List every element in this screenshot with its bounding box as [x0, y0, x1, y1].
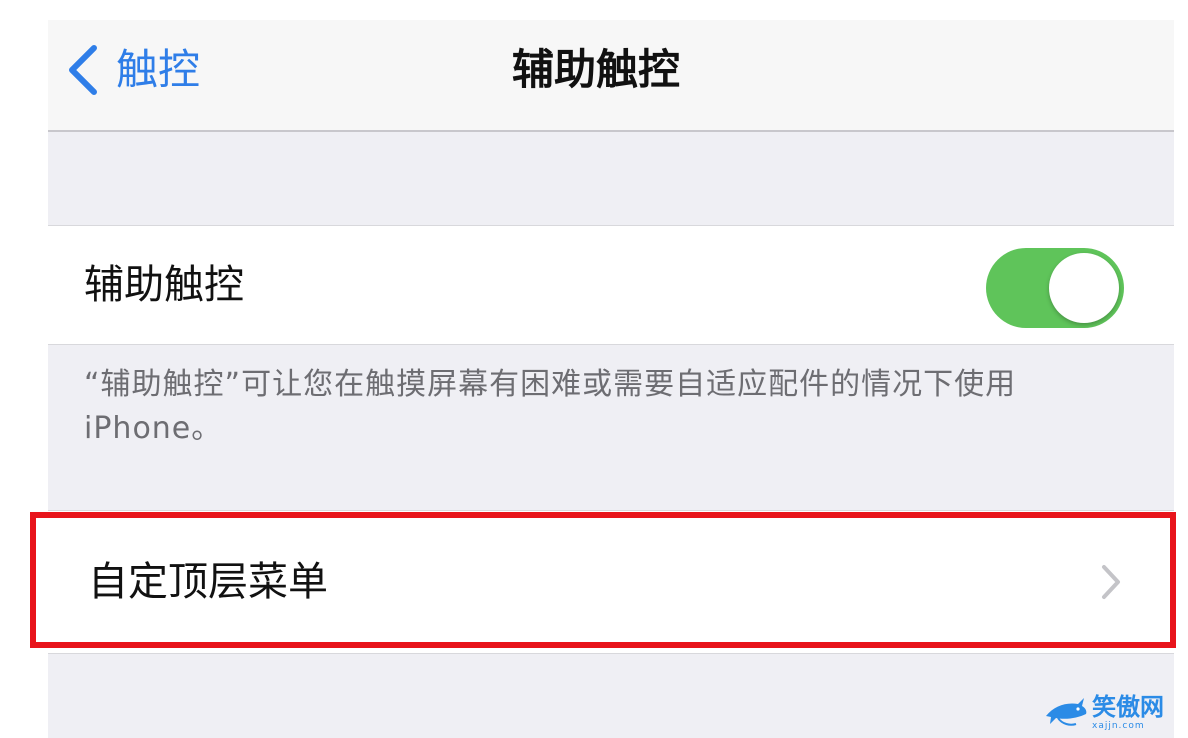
settings-screen: 触控 辅助触控 辅助触控 “辅助触控”可让您在触摸屏幕有困难或需要自适应配件的情…	[48, 20, 1174, 738]
assistive-touch-description: “辅助触控”可让您在触摸屏幕有困难或需要自适应配件的情况下使用iPhone。	[84, 367, 1017, 446]
assistive-touch-toggle[interactable]	[986, 248, 1124, 328]
watermark: 笑傲网 xajjn.com	[1044, 690, 1184, 736]
custom-top-menu-label: 自定顶层菜单	[88, 559, 328, 605]
watermark-name: 笑傲网	[1092, 693, 1164, 721]
watermark-domain: xajjn.com	[1092, 721, 1145, 731]
toggle-knob	[1049, 253, 1119, 323]
assistive-touch-row: 辅助触控	[48, 225, 1174, 345]
custom-top-menu-row[interactable]: 自定顶层菜单	[48, 510, 1174, 654]
shark-logo-icon	[1046, 698, 1087, 726]
page-title: 辅助触控	[511, 45, 680, 94]
navigation-bar: 触控 辅助触控	[48, 20, 1174, 132]
assistive-touch-label: 辅助触控	[84, 262, 244, 308]
chevron-right-icon	[1102, 565, 1120, 599]
